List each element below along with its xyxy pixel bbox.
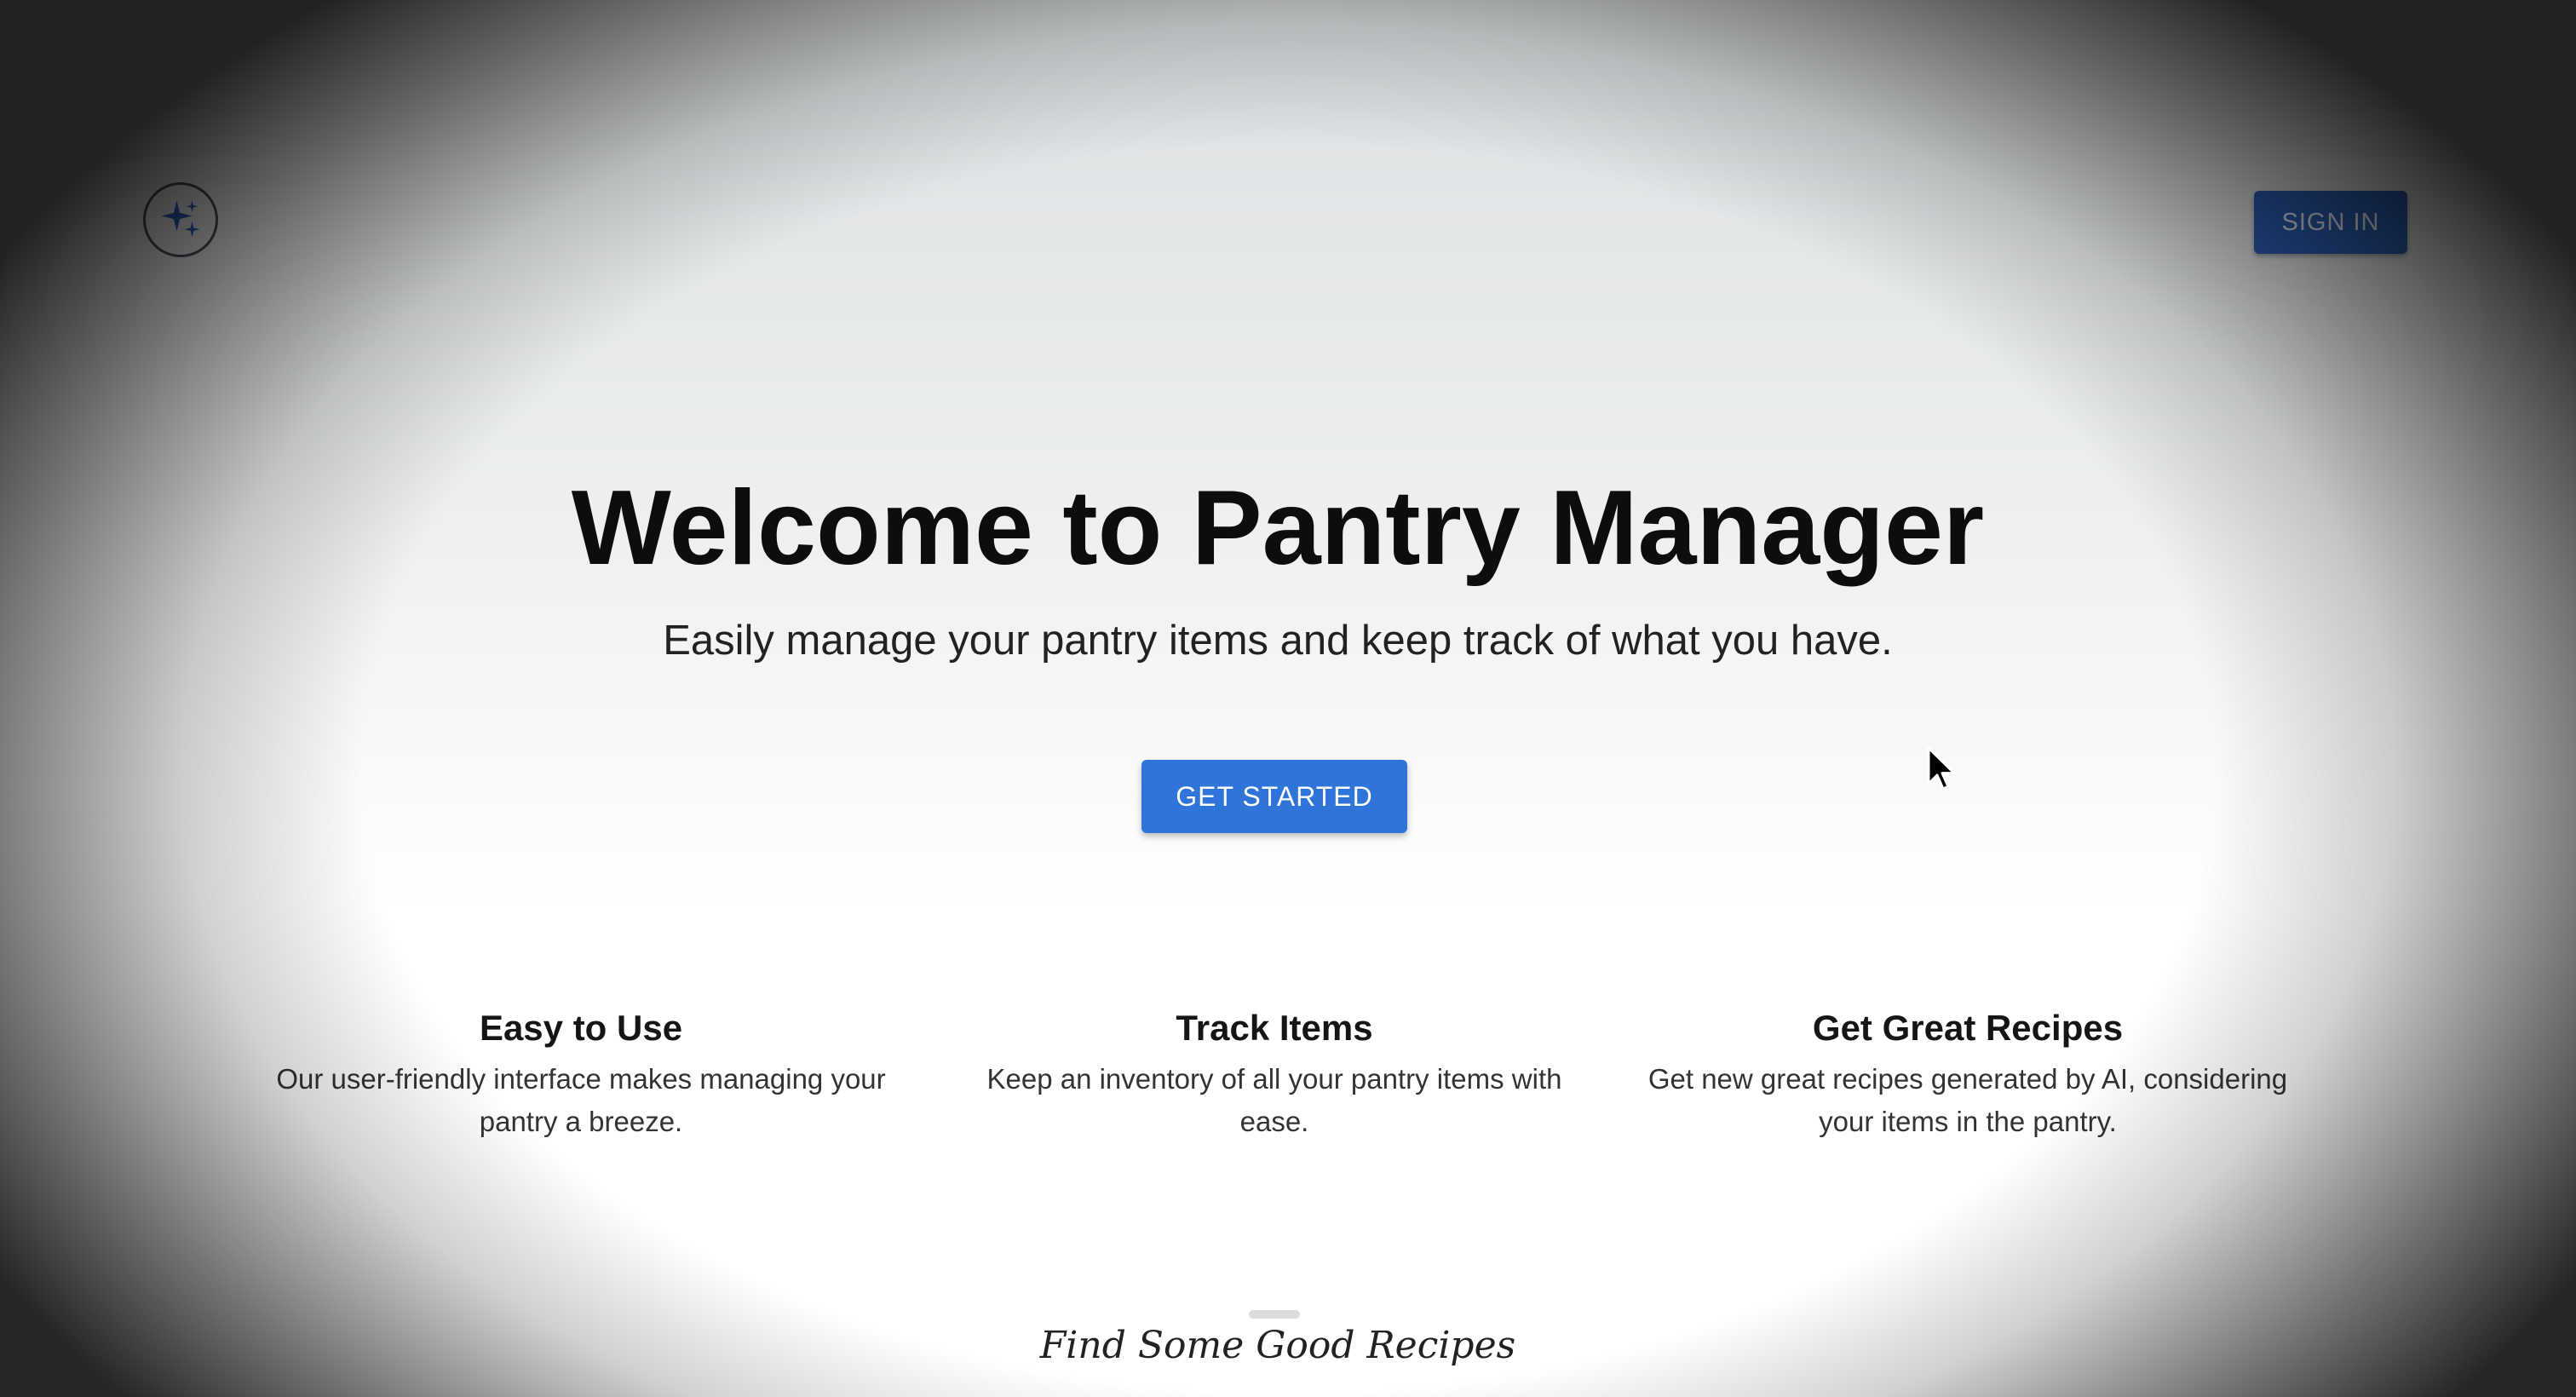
hero-subtitle: Easily manage your pantry items and keep… [663,618,1893,664]
landing-page: SIGN IN Welcome to Pantry Manager Easily… [0,0,2576,1397]
mouse-pointer-icon [1927,746,1956,790]
get-started-button[interactable]: GET STARTED [1141,760,1407,833]
feature-title: Easy to Use [479,1008,683,1048]
feature-description: Keep an inventory of all your pantry ite… [986,1063,1562,1137]
vignette-overlay [0,0,2576,1397]
recipes-section-heading: Find Some Good Recipes [1039,1324,1516,1367]
sparkles-icon [161,200,200,238]
app-logo[interactable] [143,182,218,257]
feature-description: Get new great recipes generated by AI, c… [1647,1063,2288,1137]
features-section: Easy to Use Our user-friendly interface … [0,1002,2576,1172]
sign-in-button[interactable]: SIGN IN [2254,191,2407,254]
feature-easy-to-use: Easy to Use Our user-friendly interface … [257,1002,905,1143]
hero-title: Welcome to Pantry Manager [571,469,1985,587]
feature-title: Get Great Recipes [1812,1008,2124,1048]
feature-track-items: Track Items Keep an inventory of all you… [951,1002,1598,1143]
feature-description: Our user-friendly interface makes managi… [276,1063,886,1137]
feature-get-great-recipes: Get Great Recipes Get new great recipes … [1644,1002,2291,1143]
feature-title: Track Items [1176,1008,1373,1048]
